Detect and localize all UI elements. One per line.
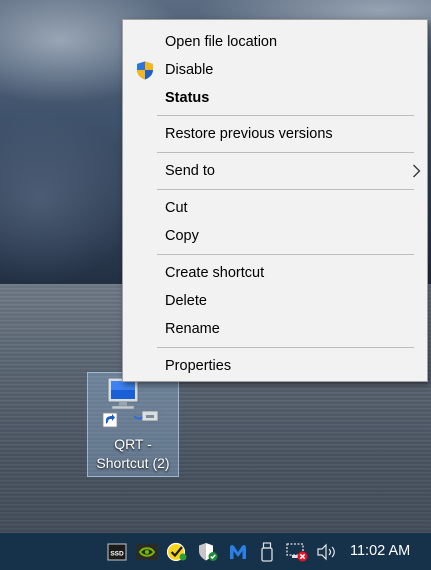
menu-item-send-to[interactable]: Send to: [123, 157, 427, 185]
menu-item-properties[interactable]: Properties: [123, 352, 427, 380]
volume-icon[interactable]: [316, 542, 338, 562]
menu-item-label: Restore previous versions: [165, 126, 333, 142]
menu-item-create-shortcut[interactable]: Create shortcut: [123, 259, 427, 287]
menu-item-delete[interactable]: Delete: [123, 287, 427, 315]
menu-item-label: Copy: [165, 228, 199, 244]
menu-item-label: Status: [165, 90, 210, 106]
menu-separator: [157, 189, 414, 190]
menu-item-label: Properties: [165, 358, 232, 374]
menu-separator: [157, 347, 414, 348]
taskbar: SSD 11:02 AM: [0, 533, 431, 570]
menu-item-label: Create shortcut: [165, 265, 265, 281]
menu-item-label: Send to: [165, 163, 215, 179]
menu-item-disable[interactable]: Disable: [123, 56, 427, 84]
menu-item-restore-previous-versions[interactable]: Restore previous versions: [123, 120, 427, 148]
menu-item-label: Rename: [165, 321, 220, 337]
menu-separator: [157, 115, 414, 116]
menu-item-label: Open file location: [165, 34, 278, 50]
menu-item-label: Delete: [165, 293, 207, 309]
menu-item-label: Disable: [165, 62, 214, 78]
network-disconnected-icon[interactable]: [285, 542, 309, 562]
shortcut-label: QRT - Shortcut (2): [88, 435, 178, 473]
security-shield-icon[interactable]: [197, 542, 219, 562]
computer-network-icon: [102, 377, 164, 428]
menu-item-open-file-location[interactable]: Open file location: [123, 28, 427, 56]
taskbar-clock[interactable]: 11:02 AM: [350, 533, 410, 570]
norton-check-icon[interactable]: [166, 542, 188, 562]
shortcut-label-line2: Shortcut (2): [96, 455, 170, 471]
shortcut-label-line1: QRT -: [114, 436, 152, 452]
menu-separator: [157, 152, 414, 153]
ssd-icon[interactable]: SSD: [107, 542, 127, 562]
ssd-text: SSD: [110, 551, 124, 558]
chevron-right-icon: [413, 164, 421, 178]
menu-item-label: Cut: [165, 200, 188, 216]
menu-separator: [157, 254, 414, 255]
menu-item-rename[interactable]: Rename: [123, 315, 427, 343]
usb-drive-icon[interactable]: [258, 542, 276, 562]
malwarebytes-icon[interactable]: [227, 542, 249, 562]
uac-shield-icon: [137, 61, 153, 80]
menu-item-cut[interactable]: Cut: [123, 194, 427, 222]
nvidia-icon[interactable]: [135, 542, 159, 562]
desktop-shortcut-qrt[interactable]: QRT - Shortcut (2): [87, 372, 179, 477]
context-menu: Open file location Disable Status Restor…: [122, 19, 428, 382]
menu-item-copy[interactable]: Copy: [123, 222, 427, 250]
menu-item-status[interactable]: Status: [123, 84, 427, 112]
